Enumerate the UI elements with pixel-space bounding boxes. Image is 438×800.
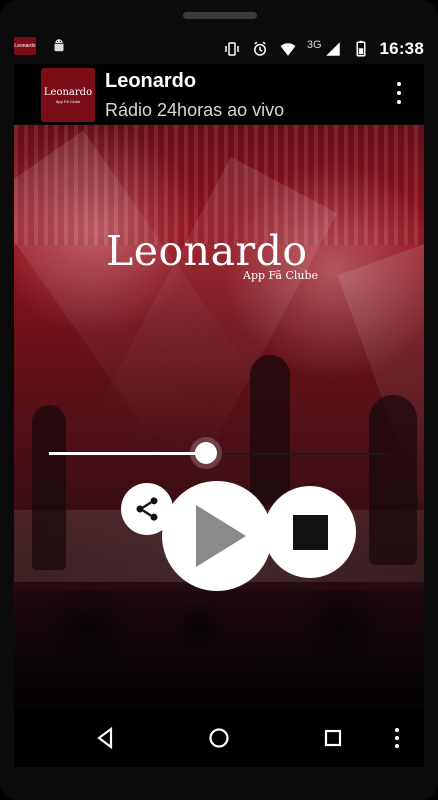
performer-silhouette [32,405,66,570]
status-clock: 16:38 [379,39,424,58]
status-left-icons: Leonardo [14,37,68,55]
app-icon-sublogo: App Fã Clube [55,98,81,104]
android-icon [54,39,64,52]
play-button[interactable] [162,481,272,591]
share-icon [136,497,158,521]
network-type: 3G [306,39,322,51]
seek-bar-progress[interactable] [49,452,206,455]
app-icon-logo: Leonardo [43,86,93,98]
phone-frame: Leonardo 3G 16:38 Leonardo App Fã Clube … [0,0,438,800]
performer-silhouette [369,395,417,565]
seek-bar-remaining[interactable] [225,453,389,455]
wifi-icon [280,43,296,56]
app-title: Leonardo [105,70,197,92]
speaker-grille [183,12,257,19]
overflow-dot [397,100,401,104]
status-bar: Leonardo 3G 16:38 [14,35,424,63]
hero-image: Leonardo App Fã Clube [14,125,424,710]
overflow-menu-button[interactable] [394,82,404,104]
audience-silhouettes [14,590,424,710]
seek-thumb[interactable] [195,442,217,464]
hero-sublogo: App Fã Clube [243,269,319,282]
play-icon [196,505,246,567]
hero-logo: Leonardo [106,227,308,275]
signal-icon [325,42,340,56]
status-right-icons: 3G 16:38 [223,35,424,63]
overflow-dot [397,82,401,86]
battery-icon [356,40,366,57]
app-icon: Leonardo App Fã Clube [41,68,95,122]
app-subtitle: Rádio 24horas ao vivo [105,100,285,120]
android-navigation-bar [14,710,424,767]
back-button[interactable] [90,723,120,753]
home-button[interactable] [204,723,234,753]
system-menu-button[interactable] [382,723,412,753]
recent-apps-button[interactable] [318,723,348,753]
back-icon [97,726,113,750]
stop-button[interactable] [264,486,356,578]
performer-silhouette [250,355,290,505]
vibrate-icon [225,42,239,56]
home-icon [209,728,229,748]
overflow-dot [397,91,401,95]
stop-icon [292,514,328,550]
app-header: Leonardo App Fã Clube Leonardo Rádio 24h… [14,64,424,124]
notification-logo-icon: Leonardo [14,37,36,55]
recent-apps-icon [324,729,342,747]
menu-dots-icon [395,728,399,748]
alarm-icon [253,41,266,56]
